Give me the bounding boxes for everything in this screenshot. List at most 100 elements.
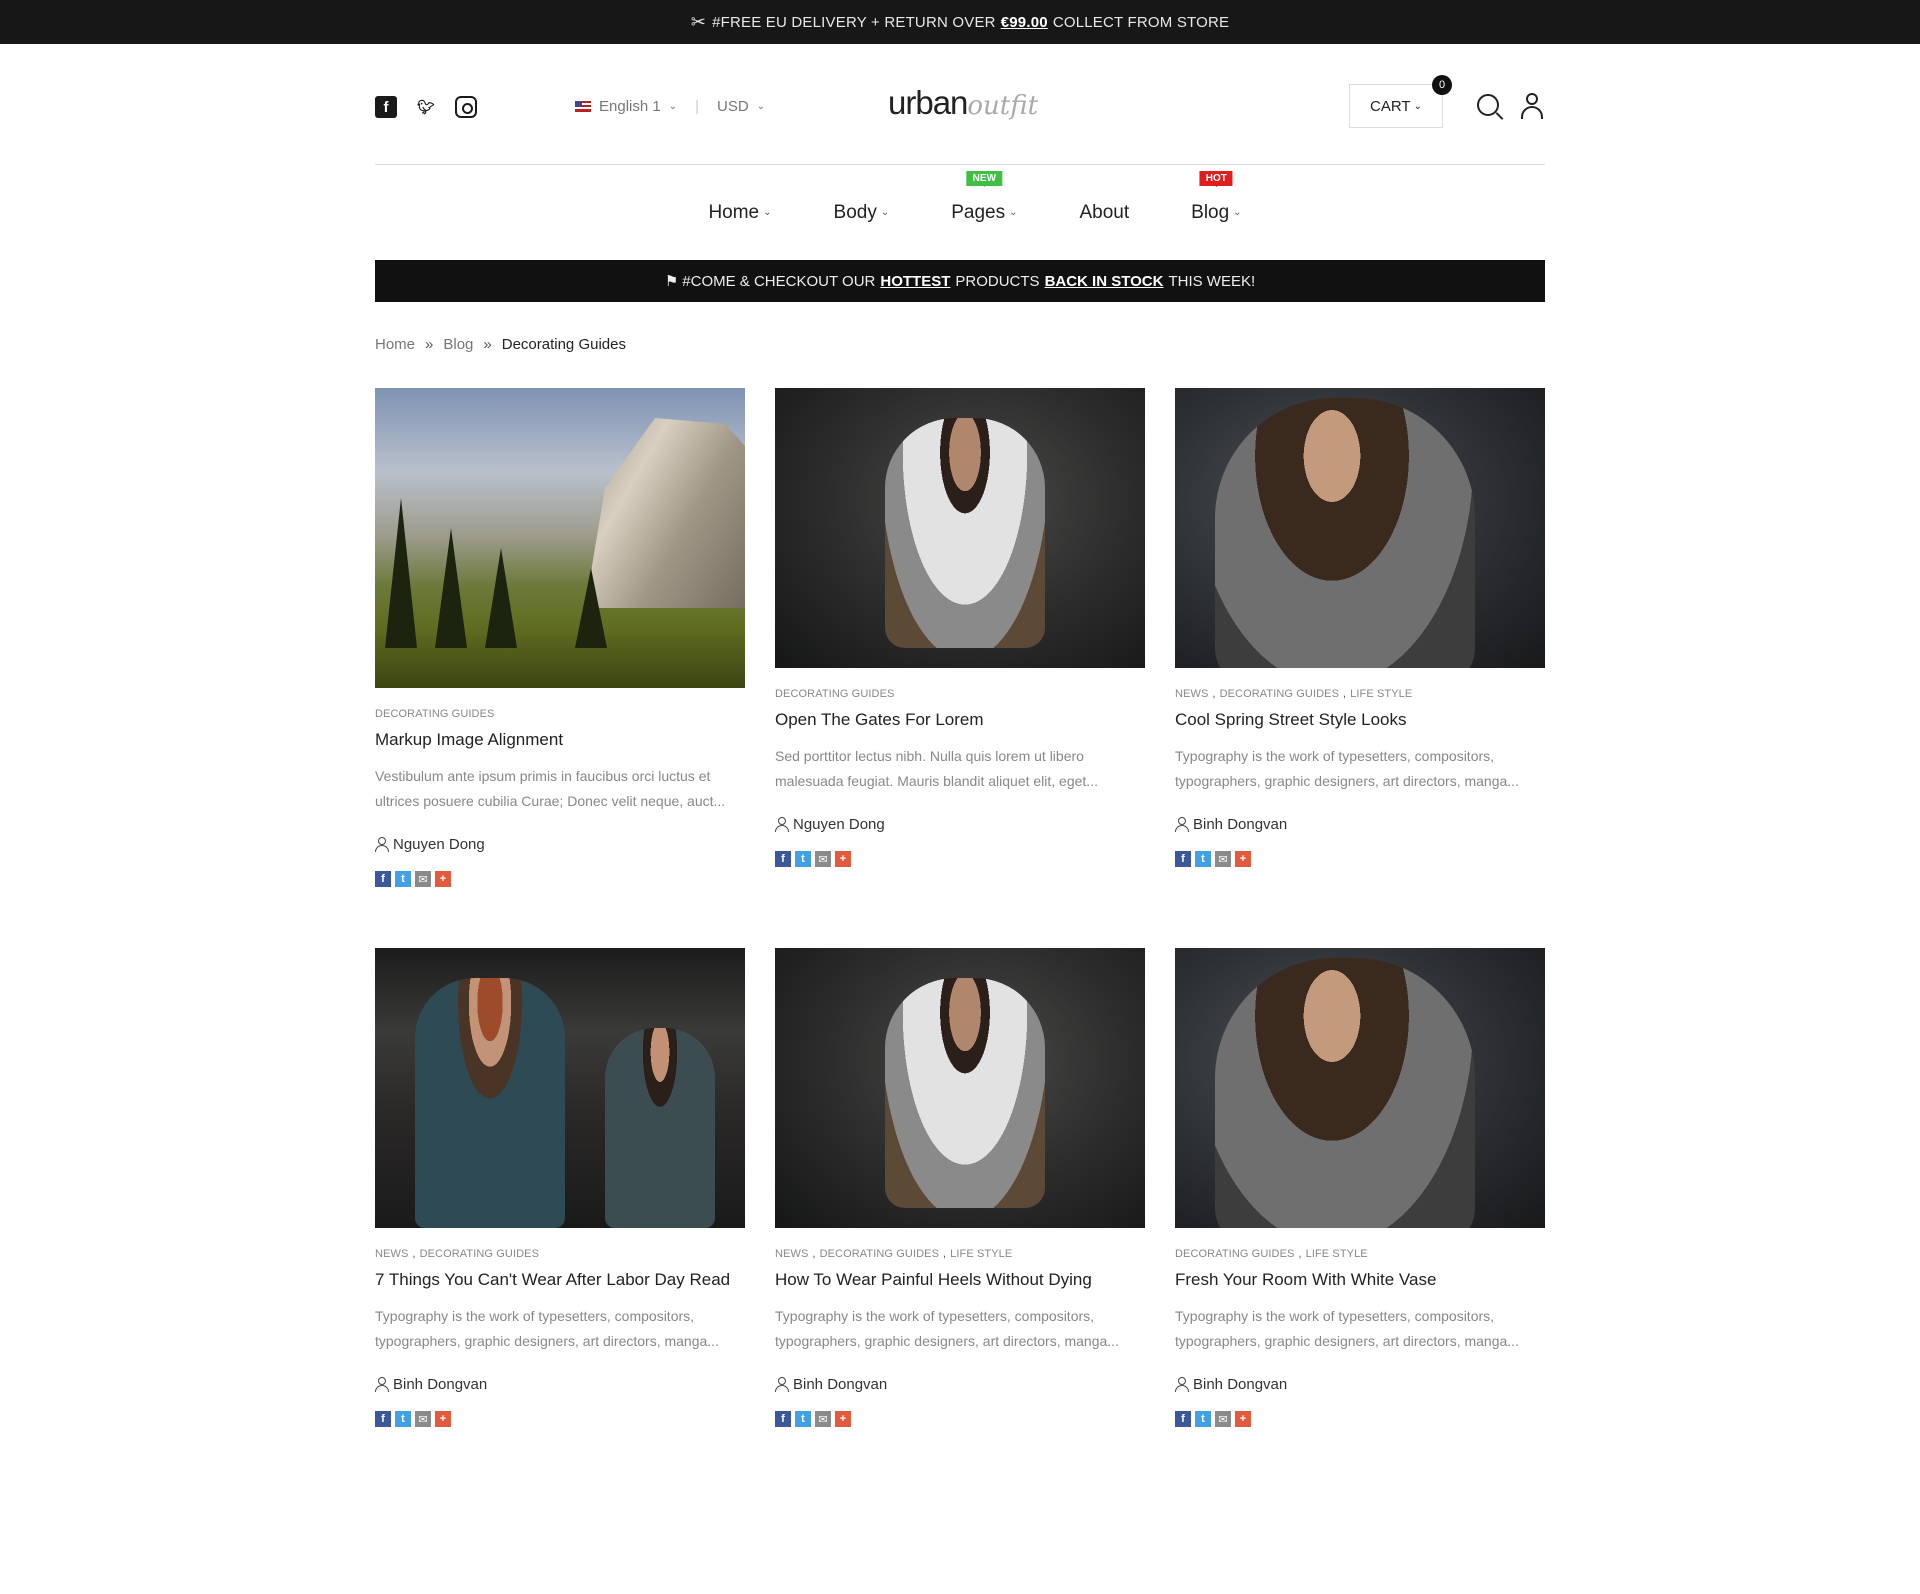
more-share-icon[interactable]: + (835, 1411, 851, 1427)
announcement-text: #FREE EU DELIVERY + RETURN OVER (712, 13, 996, 31)
category-link[interactable]: DECORATING GUIDES (1175, 1248, 1294, 1260)
category-link[interactable]: LIFE STYLE (1350, 688, 1412, 700)
post-author[interactable]: Binh Dongvan (375, 1376, 745, 1393)
announcement-text-after: COLLECT FROM STORE (1052, 13, 1230, 31)
more-share-icon[interactable]: + (1235, 1411, 1251, 1427)
search-icon[interactable] (1477, 94, 1499, 116)
breadcrumb-blog[interactable]: Blog (443, 336, 473, 353)
facebook-share-icon[interactable]: f (1175, 1411, 1191, 1427)
post-author[interactable]: Nguyen Dong (775, 816, 1145, 833)
email-share-icon[interactable]: ✉ (415, 1411, 431, 1427)
cart-button[interactable]: CART ⌄ 0 (1349, 75, 1452, 128)
post-title[interactable]: How To Wear Painful Heels Without Dying (775, 1270, 1145, 1290)
user-account-icon[interactable] (1521, 93, 1543, 119)
category-link[interactable]: NEWS (375, 1248, 408, 1260)
post-author[interactable]: Binh Dongvan (1175, 1376, 1545, 1393)
author-name: Nguyen Dong (793, 816, 885, 833)
post-excerpt: Typography is the work of typesetters, c… (1175, 1308, 1519, 1349)
facebook-share-icon[interactable]: f (1175, 851, 1191, 867)
user-icon (775, 817, 789, 832)
category-link[interactable]: NEWS (1175, 688, 1208, 700)
email-share-icon[interactable]: ✉ (1215, 851, 1231, 867)
facebook-share-icon[interactable]: f (375, 871, 391, 887)
instagram-icon[interactable] (455, 96, 477, 118)
chevron-down-icon: ⌄ (1413, 100, 1422, 112)
post-title[interactable]: Markup Image Alignment (375, 730, 745, 750)
category-link[interactable]: DECORATING GUIDES (775, 688, 894, 700)
email-share-icon[interactable]: ✉ (415, 871, 431, 887)
author-name: Binh Dongvan (793, 1376, 888, 1393)
chevron-down-icon: ⌄ (1009, 207, 1018, 218)
twitter-share-icon[interactable]: t (1195, 1411, 1211, 1427)
post-author[interactable]: Nguyen Dong (375, 836, 745, 853)
post-title[interactable]: Open The Gates For Lorem (775, 710, 1145, 730)
twitter-icon[interactable]: 🐦︎ (415, 96, 437, 118)
email-share-icon[interactable]: ✉ (1215, 1411, 1231, 1427)
post-excerpt: Vestibulum ante ipsum primis in faucibus… (375, 768, 726, 809)
post-image[interactable] (375, 388, 745, 688)
more-share-icon[interactable]: + (435, 1411, 451, 1427)
post-title[interactable]: Cool Spring Street Style Looks (1175, 710, 1545, 730)
chevron-down-icon: ⌄ (763, 207, 772, 218)
category-link[interactable]: DECORATING GUIDES (375, 708, 494, 720)
twitter-share-icon[interactable]: t (795, 1411, 811, 1427)
post-excerpt: Sed porttitor lectus nibh. Nulla quis lo… (775, 748, 1098, 789)
post-image[interactable] (1175, 948, 1545, 1228)
email-share-icon[interactable]: ✉ (815, 1411, 831, 1427)
nav-item-home[interactable]: Home ⌄ (708, 202, 771, 224)
post-image[interactable] (375, 948, 745, 1228)
currency-select[interactable]: USD (717, 98, 749, 115)
nav-label: About (1079, 201, 1130, 223)
nav-item-pages[interactable]: NEW Pages ⌄ (951, 170, 1018, 224)
post-image[interactable] (775, 948, 1145, 1228)
announcement-price-link[interactable]: €99.00 (1001, 14, 1048, 31)
category-link[interactable]: NEWS (775, 1248, 808, 1260)
post-author[interactable]: Binh Dongvan (1175, 816, 1545, 833)
twitter-share-icon[interactable]: t (395, 871, 411, 887)
site-logo[interactable]: urbanoutfit (888, 84, 1038, 122)
post-image[interactable] (775, 388, 1145, 668)
flag-icon: ⚑ (664, 273, 679, 290)
category-link[interactable]: DECORATING GUIDES (820, 1248, 939, 1260)
user-icon (375, 1377, 389, 1392)
post-categories: NEWS, DECORATING GUIDES, LIFE STYLE (1175, 688, 1413, 700)
post-title[interactable]: Fresh Your Room With White Vase (1175, 1270, 1545, 1290)
twitter-share-icon[interactable]: t (395, 1411, 411, 1427)
share-buttons: f t ✉ + (1175, 851, 1545, 867)
twitter-share-icon[interactable]: t (795, 851, 811, 867)
category-link[interactable]: LIFE STYLE (950, 1248, 1012, 1260)
author-name: Binh Dongvan (1193, 1376, 1288, 1393)
user-icon (1175, 817, 1189, 832)
email-share-icon[interactable]: ✉ (815, 851, 831, 867)
facebook-share-icon[interactable]: f (775, 1411, 791, 1427)
facebook-share-icon[interactable]: f (375, 1411, 391, 1427)
nav-item-about[interactable]: About (1079, 202, 1129, 224)
more-share-icon[interactable]: + (1235, 851, 1251, 867)
promo-back-in-stock-link[interactable]: BACK IN STOCK (1045, 273, 1164, 290)
category-link[interactable]: DECORATING GUIDES (1220, 688, 1339, 700)
post-author[interactable]: Binh Dongvan (775, 1376, 1145, 1393)
post-title[interactable]: 7 Things You Can't Wear After Labor Day … (375, 1270, 745, 1290)
category-link[interactable]: DECORATING GUIDES (420, 1248, 539, 1260)
facebook-share-icon[interactable]: f (775, 851, 791, 867)
facebook-icon[interactable]: f (375, 96, 397, 118)
twitter-share-icon[interactable]: t (1195, 851, 1211, 867)
user-icon (375, 837, 389, 852)
nav-item-body[interactable]: Body ⌄ (834, 202, 890, 224)
social-links: f 🐦︎ (375, 96, 477, 118)
promo-text: PRODUCTS (955, 272, 1040, 290)
nav-item-blog[interactable]: HOT Blog ⌄ (1191, 170, 1242, 224)
chevron-down-icon: ⌄ (668, 101, 678, 112)
post-categories: DECORATING GUIDES (775, 688, 1145, 700)
more-share-icon[interactable]: + (435, 871, 451, 887)
post-categories: NEWS, DECORATING GUIDES, LIFE STYLE (775, 1248, 1013, 1260)
language-select[interactable]: English 1 (599, 98, 661, 115)
promo-hottest-link[interactable]: HOTTEST (880, 273, 950, 290)
more-share-icon[interactable]: + (835, 851, 851, 867)
logo-main: urban (888, 84, 968, 121)
post-card: NEWS, DECORATING GUIDES 7 Things You Can'… (375, 948, 745, 1427)
post-excerpt: Typography is the work of typesetters, c… (775, 1308, 1119, 1349)
post-image[interactable] (1175, 388, 1545, 668)
breadcrumb-home[interactable]: Home (375, 336, 415, 353)
category-link[interactable]: LIFE STYLE (1306, 1248, 1368, 1260)
